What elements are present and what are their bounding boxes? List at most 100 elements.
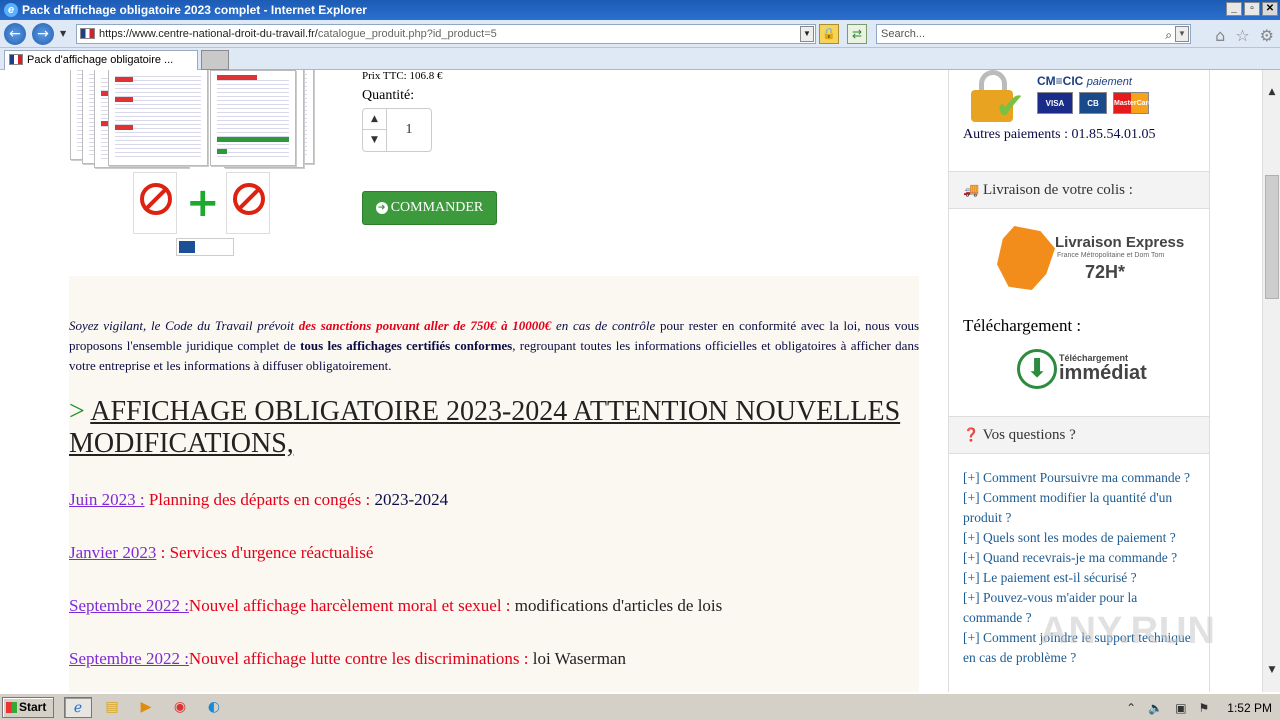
payment-cards: VISA CB MasterCard <box>1037 92 1153 114</box>
poster-image <box>108 70 208 166</box>
faq-link[interactable]: [+] Comment Poursuivre ma commande ? <box>963 468 1199 488</box>
mastercard-icon: MasterCard <box>1113 92 1153 114</box>
update-date[interactable]: Septembre 2022 : <box>69 649 189 668</box>
maximize-button[interactable]: ▫ <box>1244 2 1260 16</box>
faq-link[interactable]: [+] Comment modifier la quantité d'un pr… <box>963 488 1199 528</box>
update-item: Septembre 2022 :Nouvel affichage harcèle… <box>69 596 722 616</box>
update-extra: modifications d'articles de lois <box>514 596 723 615</box>
search-input[interactable]: Search... ⌕ ▼ <box>876 24 1191 44</box>
address-dropdown-icon[interactable]: ▼ <box>800 26 814 42</box>
start-button[interactable]: Start <box>2 697 54 718</box>
update-desc: : Services d'urgence réactualisé <box>160 543 374 562</box>
home-icon[interactable]: ⌂ <box>1215 26 1225 45</box>
windows-taskbar: Start ℯ ▤ ▶ ◉ ◐ ⌃ 🔈 ▣ ⚑ 1:52 PM <box>0 692 1280 720</box>
system-tray: ⌃ 🔈 ▣ ⚑ 1:52 PM <box>1126 697 1272 718</box>
vertical-scrollbar[interactable]: ▲ ▼ <box>1262 70 1280 692</box>
refresh-button[interactable]: ⇄ <box>847 24 867 44</box>
address-host: https://www.centre-national-droit-du-tra… <box>99 28 318 40</box>
intro-text-2: en cas de contrôle <box>556 318 656 333</box>
tab-label: Pack d'affichage obligatoire ... <box>27 54 174 66</box>
faq-link[interactable]: [+] Le paiement est-il sécurisé ? <box>963 568 1199 588</box>
download-heading: Téléchargement : <box>963 316 1082 335</box>
favorites-star-icon[interactable]: ☆ <box>1235 26 1249 45</box>
quantity-label: Quantité: <box>362 88 415 103</box>
quantity-input[interactable]: 1 <box>387 109 431 151</box>
truck-icon: 🚚 <box>963 183 980 198</box>
intro-sanctions: des sanctions pouvant aller de 750€ à 10… <box>298 318 552 333</box>
update-date[interactable]: Janvier 2023 <box>69 543 156 562</box>
questions-title: Vos questions ? <box>982 427 1076 443</box>
close-button[interactable]: ✕ <box>1262 2 1278 16</box>
right-sidebar: ✔ CM≡CIC paiement VISA CB MasterCard Aut… <box>948 70 1210 692</box>
ie-logo-icon: e <box>4 3 18 17</box>
order-button[interactable]: ➜ COMMANDER <box>362 191 497 225</box>
recent-pages-dropdown-icon[interactable]: ▼ <box>60 29 66 38</box>
forward-button[interactable]: → <box>32 23 54 45</box>
order-button-label: COMMANDER <box>390 200 484 215</box>
search-icon[interactable]: ⌕ <box>1165 26 1172 44</box>
quantity-decrease-button[interactable]: ▼ <box>363 130 387 151</box>
update-desc: Planning des départs en congés : <box>148 490 371 509</box>
back-button[interactable]: ← <box>4 23 26 45</box>
intro-bold: tous les affichages certifiés conformes <box>300 338 513 353</box>
network-icon[interactable]: ▣ <box>1175 701 1186 715</box>
faq-link[interactable]: [+] Quand recevrais-je ma commande ? <box>963 548 1199 568</box>
delivery-panel-heading: 🚚 Livraison de votre colis : <box>949 171 1209 209</box>
intro-text-1: Soyez vigilant, le Code du Travail prévo… <box>69 318 295 333</box>
new-tab-button[interactable] <box>201 50 229 70</box>
minimize-button[interactable]: _ <box>1226 2 1242 16</box>
cmcic-name: CM≡CIC <box>1037 74 1084 88</box>
action-center-flag-icon[interactable]: ⚑ <box>1199 701 1210 715</box>
search-dropdown-icon[interactable]: ▼ <box>1175 26 1189 42</box>
intro-paragraph: Soyez vigilant, le Code du Travail prévo… <box>69 316 919 376</box>
security-lock-icon[interactable]: 🔒 <box>819 24 839 44</box>
file-explorer-taskbar-icon[interactable]: ▤ <box>98 697 126 718</box>
product-price: Prix TTC: 106.8 € <box>362 70 443 82</box>
address-bar[interactable]: https://www.centre-national-droit-du-tra… <box>76 24 816 44</box>
product-images <box>68 70 338 170</box>
volume-icon[interactable]: 🔈 <box>1148 701 1163 715</box>
express-subtitle: France Métropolitaine et Dom Tom <box>1057 252 1165 259</box>
express-delivery-badge: Livraison Express France Métropolitaine … <box>993 220 1184 296</box>
delivery-title: Livraison de votre colis : <box>982 182 1133 198</box>
download-arrow-icon: ⬇ <box>1017 349 1057 389</box>
plus-icon: + <box>186 180 220 226</box>
scroll-up-arrow-icon[interactable]: ▲ <box>1263 84 1280 101</box>
media-player-taskbar-icon[interactable]: ▶ <box>132 697 160 718</box>
scroll-down-arrow-icon[interactable]: ▼ <box>1263 662 1280 679</box>
no-vaping-sign-image <box>226 172 270 234</box>
internet-explorer-taskbar-icon[interactable]: ℯ <box>64 697 92 718</box>
update-extra: loi Waserman <box>532 649 626 668</box>
settings-gear-icon[interactable]: ⚙ <box>1260 26 1274 45</box>
tray-expand-icon[interactable]: ⌃ <box>1126 701 1136 715</box>
page-viewport: + Prix TTC: 106.8 € Quantité: ▲ ▼ 1 ➜ COM… <box>0 70 1262 692</box>
scrollbar-thumb[interactable] <box>1265 175 1279 299</box>
tab-flag-icon <box>9 54 23 65</box>
section-heading: > AFFICHAGE OBLIGATOIRE 2023-2024 ATTENT… <box>69 396 919 460</box>
update-item: Juin 2023 : Planning des départs en cong… <box>69 490 448 510</box>
chrome-taskbar-icon[interactable]: ◉ <box>166 697 194 718</box>
cb-card-icon: CB <box>1079 92 1107 114</box>
update-date[interactable]: Juin 2023 : <box>69 490 145 509</box>
update-extra: 2023-2024 <box>374 490 449 509</box>
tab-active[interactable]: Pack d'affichage obligatoire ... <box>4 50 198 70</box>
window-titlebar: e Pack d'affichage obligatoire 2023 comp… <box>0 0 1280 20</box>
no-smoking-sign-image <box>133 172 177 234</box>
update-item: Janvier 2023 : Services d'urgence réactu… <box>69 543 373 563</box>
product-description: Soyez vigilant, le Code du Travail prévo… <box>69 276 919 692</box>
question-circle-icon: ❓ <box>963 428 980 443</box>
site-flag-icon <box>80 28 95 39</box>
clock: 1:52 PM <box>1227 700 1272 715</box>
express-title: Livraison Express <box>1055 234 1185 251</box>
quantity-stepper[interactable]: ▲ ▼ 1 <box>362 108 432 152</box>
update-desc: Nouvel affichage harcèlement moral et se… <box>188 596 511 615</box>
download-big-text: immédiat <box>1059 362 1147 384</box>
poster-image <box>210 70 296 166</box>
faq-link[interactable]: [+] Quels sont les modes de paiement ? <box>963 528 1199 548</box>
update-date[interactable]: Septembre 2022 : <box>69 596 189 615</box>
edge-taskbar-icon[interactable]: ◐ <box>200 697 228 718</box>
express-time: 72H* <box>1085 262 1126 282</box>
cmcic-logo: CM≡CIC paiement <box>1037 74 1132 88</box>
immediate-download-badge: ⬇ Téléchargement immédiat <box>1017 347 1147 391</box>
quantity-increase-button[interactable]: ▲ <box>363 109 387 130</box>
